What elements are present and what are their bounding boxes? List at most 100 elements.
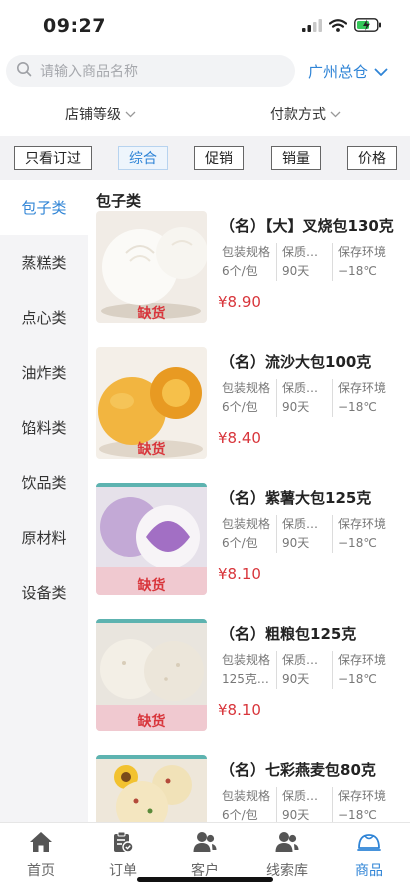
spec-packaging: 包装规格 6个/包 — [220, 379, 276, 417]
spec-value: 90天 — [282, 808, 310, 822]
signal-icon — [302, 17, 322, 36]
tab-customers[interactable]: 客户 — [164, 831, 246, 880]
home-indicator — [137, 877, 273, 882]
spec-value: 90天 — [282, 536, 310, 550]
sidebar-item-fillings[interactable]: 馅料类 — [0, 400, 88, 455]
tab-products[interactable]: 商品 — [328, 831, 410, 880]
search-placeholder: 请输入商品名称 — [40, 64, 138, 80]
home-icon — [29, 831, 53, 857]
product-name: （名）七彩燕麦包80克 — [220, 761, 376, 779]
spec-shelf-life: 保质… 90天 — [276, 515, 332, 553]
product-card[interactable]: 缺货 （名）紫薯大包125克 包装规格 6个/包 保质… 90天 保存环境 −1… — [88, 483, 410, 603]
status-icons — [302, 17, 382, 36]
product-specs: 包装规格 6个/包 保质… 90天 保存环境 −18℃ — [220, 243, 406, 281]
product-image: 缺货 — [96, 619, 207, 731]
product-card[interactable]: 缺货 （名）流沙大包100克 包装规格 6个/包 保质… 90天 保存环境 −1… — [88, 347, 410, 467]
spec-label: 保存环境 — [338, 653, 387, 667]
spec-value: 6个/包 — [222, 400, 258, 414]
spec-value: 6个/包 — [222, 808, 258, 822]
tab-label: 订单 — [109, 863, 137, 879]
bun-icon — [357, 831, 381, 857]
section-title: 包子类 — [96, 192, 142, 210]
spec-value: 6个/包 — [222, 264, 258, 278]
tab-orders[interactable]: 订单 — [82, 831, 164, 880]
sort-sales-button[interactable]: 销量 — [271, 146, 321, 170]
sidebar-item-raw-materials[interactable]: 原材料 — [0, 510, 88, 565]
spec-label: 包装规格 — [222, 245, 271, 259]
product-card[interactable]: （名）七彩燕麦包80克 包装规格 6个/包 保质… 90天 保存环境 −18℃ — [88, 755, 410, 822]
product-specs: 包装规格 6个/包 保质… 90天 保存环境 −18℃ — [220, 515, 406, 553]
spec-packaging: 包装规格 125克… — [220, 651, 276, 689]
sort-price-button[interactable]: 价格 — [347, 146, 397, 170]
only-ordered-button[interactable]: 只看订过 — [14, 146, 92, 170]
product-card[interactable]: 缺货 （名）【大】叉烧包130克 包装规格 6个/包 保质… 90天 保存环境 … — [88, 211, 410, 331]
spec-value: 125克… — [222, 672, 269, 686]
out-of-stock-badge: 缺货 — [137, 306, 166, 322]
product-image: 缺货 — [96, 211, 207, 323]
spec-value: −18℃ — [338, 672, 377, 686]
spec-value: −18℃ — [338, 264, 377, 278]
tab-label: 首页 — [27, 863, 55, 879]
tab-label: 商品 — [355, 863, 383, 879]
sidebar-item-equipment[interactable]: 设备类 — [0, 565, 88, 620]
product-specs: 包装规格 6个/包 保质… 90天 保存环境 −18℃ — [220, 379, 406, 417]
spec-packaging: 包装规格 6个/包 — [220, 515, 276, 553]
sidebar-item-drinks[interactable]: 饮品类 — [0, 455, 88, 510]
sort-comprehensive-button[interactable]: 综合 — [118, 146, 168, 170]
battery-charging-icon — [354, 17, 382, 36]
spec-value: −18℃ — [338, 808, 377, 822]
product-name: （名）紫薯大包125克 — [220, 489, 372, 507]
warehouse-selector[interactable]: 广州总仓 — [308, 61, 388, 82]
product-image: 缺货 — [96, 347, 207, 459]
search-icon — [16, 61, 32, 81]
sidebar-item-dim-sum[interactable]: 点心类 — [0, 290, 88, 345]
sidebar-item-buns[interactable]: 包子类 — [0, 180, 88, 235]
spec-shelf-life: 保质… 90天 — [276, 787, 332, 822]
payment-method-filter[interactable]: 付款方式 — [270, 104, 341, 124]
spec-label: 保存环境 — [338, 517, 387, 531]
search-input[interactable]: 请输入商品名称 — [6, 55, 295, 87]
store-level-filter[interactable]: 店铺等级 — [65, 104, 136, 124]
out-of-stock-badge: 缺货 — [137, 578, 166, 594]
spec-label: 保质… — [282, 653, 319, 667]
product-image: 缺货 — [96, 483, 207, 595]
tab-home[interactable]: 首页 — [0, 831, 82, 880]
spec-shelf-life: 保质… 90天 — [276, 379, 332, 417]
filter-label: 店铺等级 — [65, 107, 121, 123]
chevron-down-icon — [374, 63, 388, 81]
sidebar-item-steamed-cakes[interactable]: 蒸糕类 — [0, 235, 88, 290]
clipboard-check-icon — [112, 831, 134, 857]
spec-label: 保质… — [282, 517, 319, 531]
warehouse-label: 广州总仓 — [308, 63, 369, 81]
out-of-stock-badge: 缺货 — [137, 442, 166, 458]
sort-bar: 只看订过 综合 促销 销量 价格 — [0, 136, 410, 180]
product-specs: 包装规格 6个/包 保质… 90天 保存环境 −18℃ — [220, 787, 406, 822]
product-price: ¥8.90 — [218, 293, 261, 311]
product-list: 包子类 缺货 （名）【大】叉烧包130克 包装规格 6个/包 保质… 90天 保… — [88, 180, 410, 822]
user-group-icon — [275, 831, 299, 857]
spec-value: 90天 — [282, 400, 310, 414]
spec-value: 6个/包 — [222, 536, 258, 550]
filter-row: 店铺等级 付款方式 — [0, 100, 410, 130]
status-bar: 09:27 — [0, 0, 410, 50]
spec-shelf-life: 保质… 90天 — [276, 243, 332, 281]
product-price: ¥8.10 — [218, 565, 261, 583]
spec-label: 保质… — [282, 789, 319, 803]
product-price: ¥8.10 — [218, 701, 261, 719]
spec-label: 保存环境 — [338, 381, 387, 395]
product-name: （名）粗粮包125克 — [220, 625, 357, 643]
spec-storage: 保存环境 −18℃ — [332, 787, 396, 822]
spec-storage: 保存环境 −18℃ — [332, 651, 396, 689]
product-price: ¥8.40 — [218, 429, 261, 447]
wifi-icon — [328, 17, 348, 36]
out-of-stock-badge: 缺货 — [137, 714, 166, 730]
spec-label: 包装规格 — [222, 653, 271, 667]
spec-label: 包装规格 — [222, 789, 271, 803]
spec-value: 90天 — [282, 672, 310, 686]
user-group-icon — [193, 831, 217, 857]
sort-promotion-button[interactable]: 促销 — [194, 146, 244, 170]
chevron-down-icon — [125, 106, 136, 122]
tab-leads[interactable]: 线索库 — [246, 831, 328, 880]
sidebar-item-fried[interactable]: 油炸类 — [0, 345, 88, 400]
product-card[interactable]: 缺货 （名）粗粮包125克 包装规格 125克… 保质… 90天 保存环境 −1… — [88, 619, 410, 739]
